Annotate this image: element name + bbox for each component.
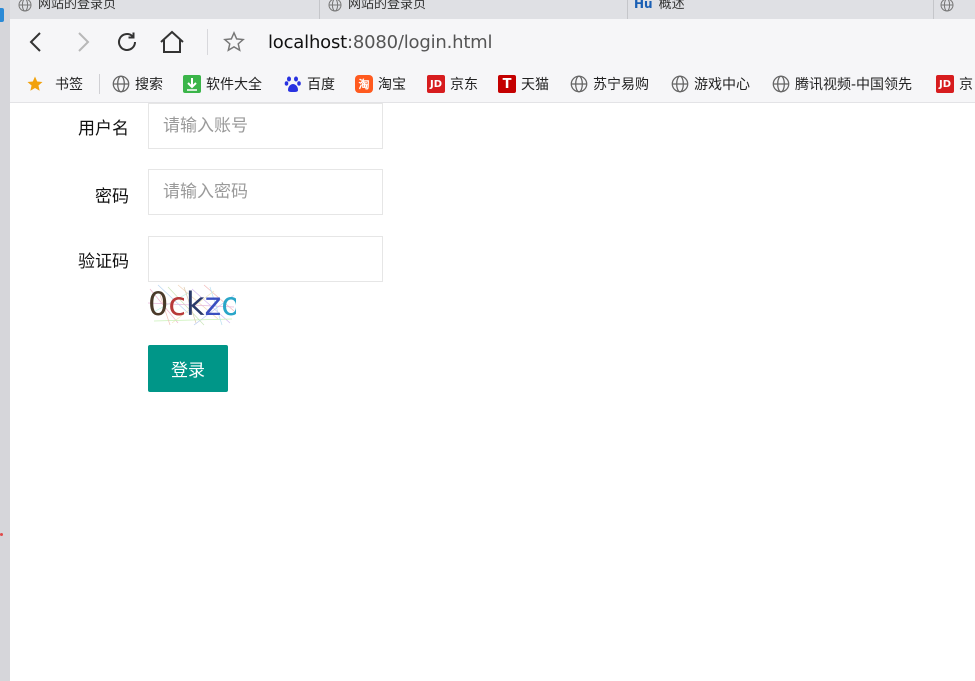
globe-icon [112,75,130,93]
bookmark-label: 搜索 [135,77,163,93]
globe-icon [328,0,342,12]
window-edge [0,0,10,681]
bookmark-label: 游戏中心 [694,77,750,93]
globe-icon [940,0,954,12]
bookmark-label: 百度 [307,77,335,93]
star-outline-icon [223,31,245,52]
bookmark-suning[interactable]: 苏宁易购 [570,74,649,94]
captcha-char: z [204,285,222,323]
edge-marker [0,8,4,22]
tab-strip: 网站的登录页 网站的登录页 Hu 概述 [10,0,975,19]
bookmark-jd-2[interactable]: JD 京 [936,74,973,94]
username-input[interactable] [148,103,383,149]
back-icon [29,32,41,52]
bookmark-taobao[interactable]: 淘 淘宝 [355,74,406,94]
back-button[interactable] [22,27,52,57]
download-icon [183,75,201,93]
baidu-paw-icon [284,75,302,93]
password-input[interactable] [148,169,383,215]
bookmark-search[interactable]: 搜索 [112,74,163,94]
reload-button[interactable] [112,27,142,57]
hu-icon: Hu [634,0,653,11]
bookmark-tencent-video[interactable]: 腾讯视频-中国领先 [772,74,912,94]
edge-dot [0,533,3,536]
tab-title: 网站的登录页 [348,0,427,12]
captcha-text: 0ckzo [148,285,236,323]
toolbar-divider [207,29,208,55]
captcha-char: k [185,285,205,323]
globe-icon [772,75,790,93]
bookmark-star-button[interactable] [222,30,246,54]
login-button[interactable]: 登录 [148,345,228,392]
tab-login-2[interactable]: 网站的登录页 [328,0,628,19]
bookmark-jd[interactable]: JD 京东 [427,74,478,94]
star-icon [26,75,44,93]
bookmark-label: 淘宝 [378,77,406,93]
tab-login-1[interactable]: 网站的登录页 [18,0,320,19]
bookmark-label: 京东 [450,77,478,93]
tab-separator [933,0,934,19]
tab-title: 概述 [658,0,685,12]
bookmark-label: 苏宁易购 [593,77,649,93]
captcha-image[interactable]: 0ckzo [148,283,236,327]
taobao-icon: 淘 [355,75,373,93]
bookmark-label: 软件大全 [206,77,262,93]
captcha-label: 验证码 [78,252,129,272]
url-host: localhost [268,32,347,53]
tab-partial[interactable] [940,0,975,19]
username-label: 用户名 [78,119,129,139]
bookmarks-bar: 书签 搜索 软件大全 百度 淘 淘宝 JD 京东 T 天猫 苏宁易购 游戏中心 … [10,64,975,103]
bookmark-label: 天猫 [521,77,549,93]
home-icon [160,30,184,53]
bookmark-tmall[interactable]: T 天猫 [498,74,549,94]
forward-button[interactable] [67,27,97,57]
captcha-input[interactable] [148,236,383,282]
bookmark-bookmarks[interactable]: 书签 [26,74,83,94]
jd-icon: JD [936,75,954,93]
bookmark-label: 京 [959,77,973,93]
home-button[interactable] [157,27,187,57]
password-label: 密码 [95,187,129,207]
globe-icon [570,75,588,93]
browser-toolbar: localhost:8080/login.html [10,19,975,64]
url-path: :8080/login.html [347,32,493,53]
tab-overview[interactable]: Hu 概述 [634,0,934,19]
tmall-icon: T [498,75,516,93]
captcha-char: o [221,285,236,323]
forward-icon [78,32,90,52]
globe-icon [18,0,32,12]
address-bar[interactable]: localhost:8080/login.html [268,32,493,53]
bookmarks-separator [99,74,100,94]
globe-icon [671,75,689,93]
tab-separator [319,0,320,19]
jd-icon: JD [427,75,445,93]
bookmark-software[interactable]: 软件大全 [183,74,262,94]
bookmark-label: 书签 [55,77,83,93]
captcha-char: 0 [148,285,169,323]
bookmark-label: 腾讯视频-中国领先 [795,77,913,93]
bookmark-games[interactable]: 游戏中心 [671,74,750,94]
captcha-char: c [168,285,186,323]
tab-title: 网站的登录页 [38,0,117,12]
tab-separator [627,0,628,19]
bookmark-baidu[interactable]: 百度 [284,74,335,94]
reload-icon [118,32,136,51]
